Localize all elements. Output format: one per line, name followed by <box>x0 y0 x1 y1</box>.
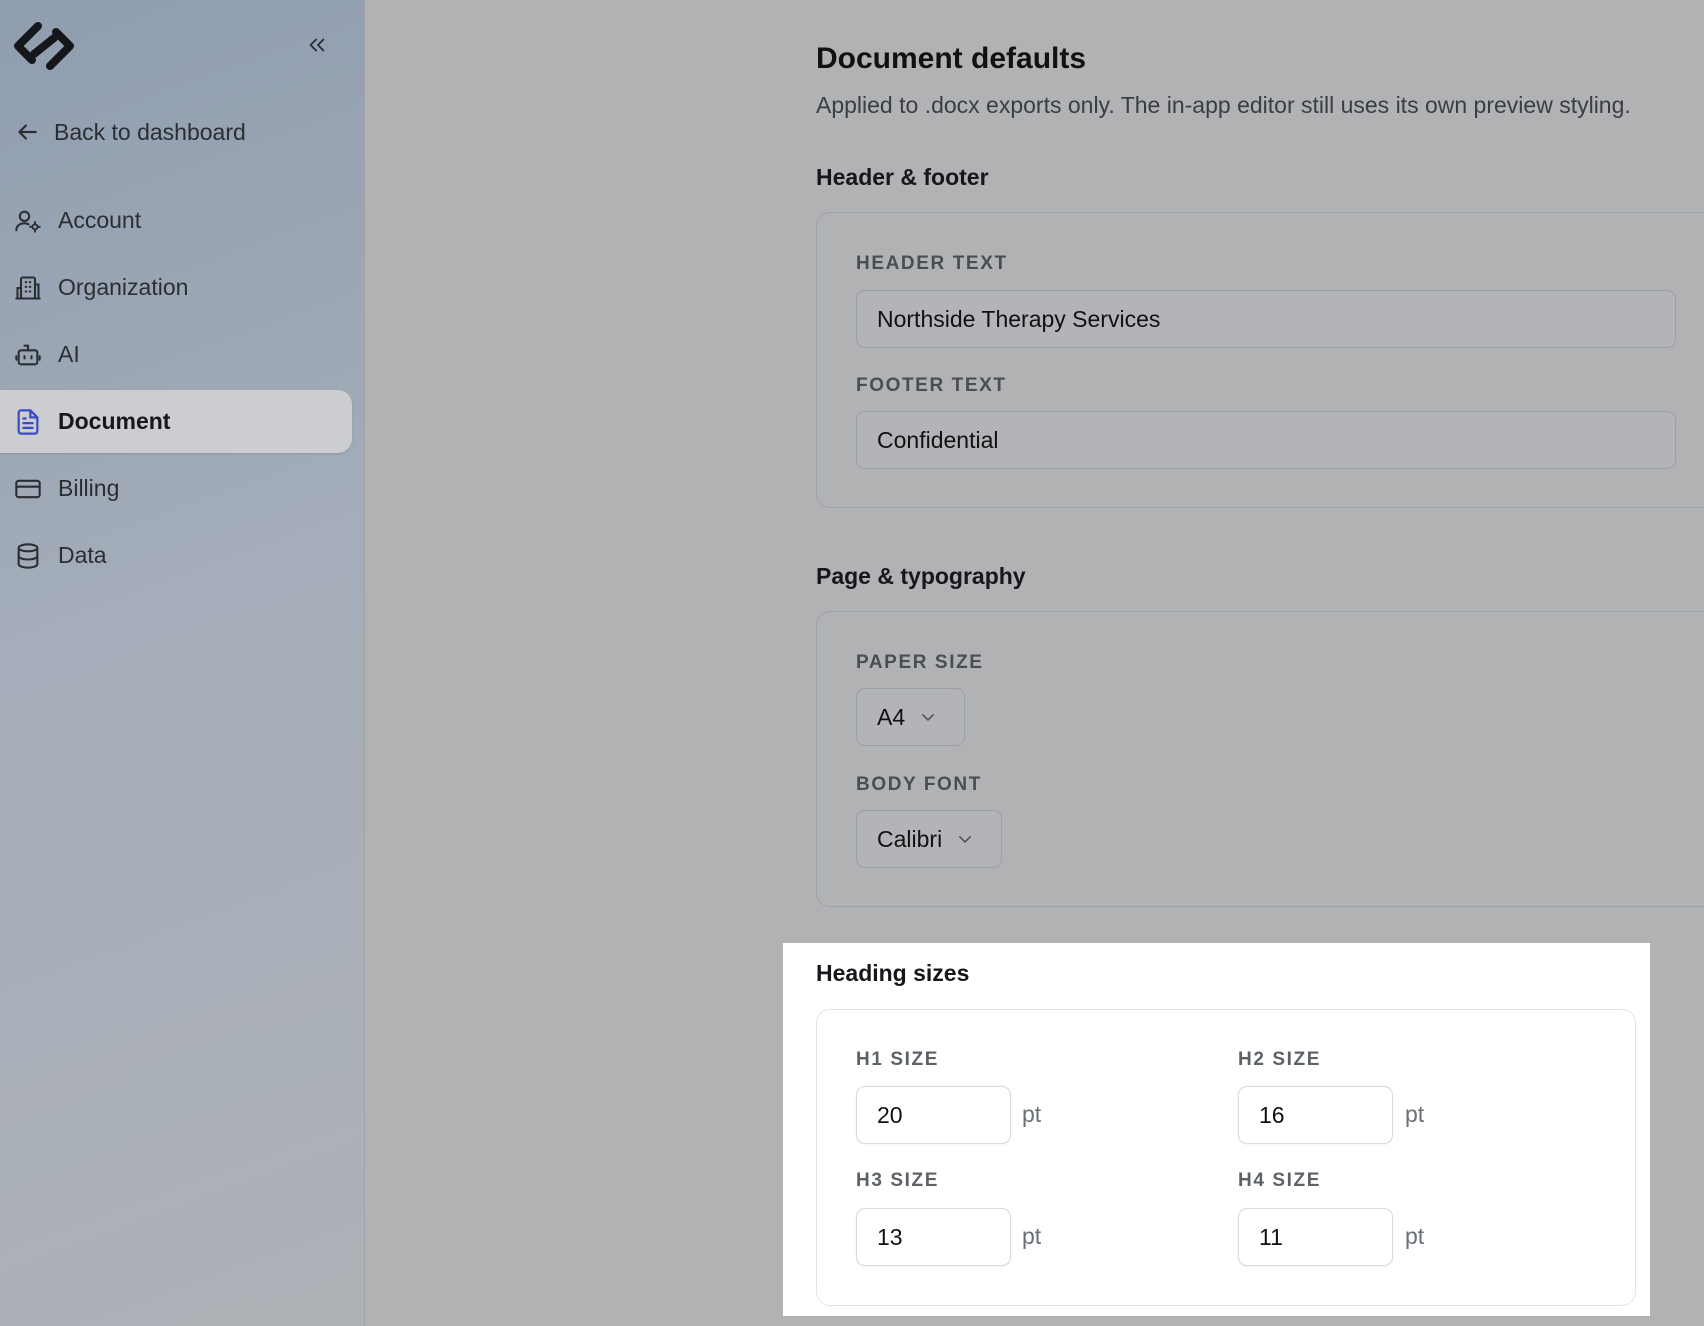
h2-size-unit: pt <box>1405 1101 1425 1127</box>
sidebar-item-document[interactable]: Document <box>0 390 352 453</box>
sidebar-item-label: Document <box>58 408 171 434</box>
database-icon <box>17 542 39 569</box>
logo-icon <box>14 22 74 70</box>
back-link-label: Back to dashboard <box>54 118 246 145</box>
h3-size-unit: pt <box>1022 1223 1042 1249</box>
footer-text-input[interactable]: Confidential <box>856 411 1676 469</box>
sidebar: Back to dashboard Account Organization A… <box>0 0 365 1326</box>
sidebar-item-label: Account <box>58 207 142 233</box>
collapse-sidebar-button[interactable] <box>300 30 334 60</box>
chevrons-left-icon <box>309 38 325 52</box>
credit-card-icon <box>15 479 41 498</box>
user-gear-icon <box>15 210 41 233</box>
h3-size-label: H3 SIZE <box>856 1170 939 1191</box>
body-font-label: BODY FONT <box>856 774 982 795</box>
app-logo[interactable] <box>8 20 80 72</box>
header-text-label: HEADER TEXT <box>856 253 1008 274</box>
robot-icon <box>15 344 41 365</box>
sidebar-item-account[interactable]: Account <box>0 189 352 252</box>
chevron-down-icon <box>959 836 972 843</box>
sidebar-item-label: AI <box>58 341 80 367</box>
heading-sizes-panel: Heading sizes H1 SIZE 20 pt H2 SIZE 16 p… <box>783 943 1650 1316</box>
h4-size-input[interactable]: 11 <box>1238 1208 1393 1266</box>
paper-size-select[interactable]: A4 <box>856 688 965 746</box>
paper-size-value: A4 <box>877 703 906 730</box>
h1-size-unit: pt <box>1022 1101 1042 1127</box>
h1-size-label: H1 SIZE <box>856 1049 939 1070</box>
sidebar-item-organization[interactable]: Organization <box>0 256 352 319</box>
header-text-input[interactable]: Northside Therapy Services <box>856 290 1676 348</box>
h4-size-label: H4 SIZE <box>1238 1170 1321 1191</box>
building-icon <box>15 275 41 300</box>
paper-size-label: PAPER SIZE <box>856 652 984 673</box>
sidebar-item-label: Billing <box>58 475 120 501</box>
sidebar-item-data[interactable]: Data <box>0 524 352 587</box>
back-to-dashboard-link[interactable]: Back to dashboard <box>14 114 246 150</box>
sidebar-item-label: Data <box>58 542 107 568</box>
header-footer-card: HEADER TEXT Northside Therapy Services F… <box>816 212 1704 508</box>
h2-size-input[interactable]: 16 <box>1238 1086 1393 1144</box>
chevron-down-icon <box>922 714 935 721</box>
header-footer-title: Header & footer <box>816 164 989 190</box>
page-subtitle: Applied to .docx exports only. The in-ap… <box>816 92 1631 118</box>
arrow-left-icon <box>18 124 37 140</box>
body-font-select[interactable]: Calibri <box>856 810 1002 868</box>
h4-size-unit: pt <box>1405 1223 1425 1249</box>
settings-nav: Account Organization AI Document Billing… <box>0 189 352 591</box>
sidebar-item-label: Organization <box>58 274 189 300</box>
h1-size-input[interactable]: 20 <box>856 1086 1011 1144</box>
heading-sizes-title: Heading sizes <box>816 960 970 986</box>
body-font-value: Calibri <box>877 825 943 852</box>
h3-size-input[interactable]: 13 <box>856 1208 1011 1266</box>
page-title: Document defaults <box>816 42 1087 75</box>
h2-size-label: H2 SIZE <box>1238 1049 1321 1070</box>
heading-sizes-card: H1 SIZE 20 pt H2 SIZE 16 pt H3 SIZE 13 p… <box>816 1009 1636 1306</box>
document-icon <box>17 408 39 435</box>
sidebar-item-ai[interactable]: AI <box>0 323 352 386</box>
main-content: Document defaults Applied to .docx expor… <box>366 0 1704 1326</box>
page-typography-card: PAPER SIZE A4 BODY FONT Calibri <box>816 611 1704 907</box>
sidebar-item-billing[interactable]: Billing <box>0 457 352 520</box>
page-typography-title: Page & typography <box>816 563 1026 589</box>
footer-text-label: FOOTER TEXT <box>856 375 1007 396</box>
